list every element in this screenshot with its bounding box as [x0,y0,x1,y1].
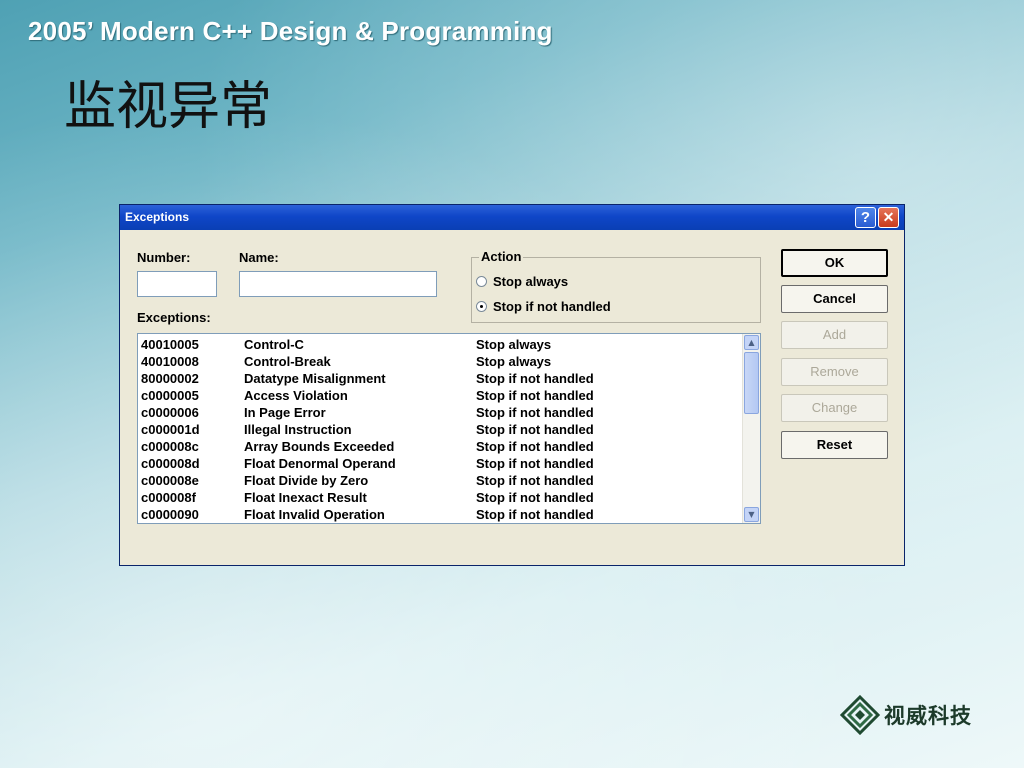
exception-name: Float Denormal Operand [244,456,396,471]
exception-code: c000001d [141,422,200,437]
list-item[interactable]: c000008d Float Denormal Operand Stop if … [141,455,741,472]
exception-code: c000008d [141,456,200,471]
exception-action: Stop if not handled [476,371,594,386]
exception-code: 80000002 [141,371,199,386]
exception-action: Stop if not handled [476,439,594,454]
number-field[interactable] [137,271,217,297]
exceptions-list[interactable]: 40010005 Control-C Stop always 40010008 … [137,333,761,524]
exception-code: c000008c [141,439,199,454]
list-scrollbar[interactable]: ▲ ▼ [742,334,760,523]
stop-if-not-handled-radio[interactable] [476,301,487,312]
dialog-title: Exceptions [125,210,190,224]
close-button[interactable]: ✕ [878,207,899,228]
stop-always-radio[interactable] [476,276,487,287]
name-field[interactable] [239,271,437,297]
exception-name: Float Invalid Operation [244,507,385,522]
exception-code: 40010005 [141,337,199,352]
stop-if-not-handled-label: Stop if not handled [493,299,611,314]
list-item[interactable]: c000008f Float Inexact Result Stop if no… [141,489,741,506]
exception-name: Float Inexact Result [244,490,367,505]
action-legend: Action [479,249,524,264]
stop-if-not-handled-option[interactable]: Stop if not handled [476,299,611,314]
list-item[interactable]: c0000090 Float Invalid Operation Stop if… [141,506,741,523]
logo-text: 视威科技 [884,703,972,728]
exception-name: Illegal Instruction [244,422,352,437]
exception-action: Stop if not handled [476,473,594,488]
exception-code: c0000090 [141,507,199,522]
list-item[interactable]: 80000002 Datatype Misalignment Stop if n… [141,370,741,387]
list-item[interactable]: c000008c Array Bounds Exceeded Stop if n… [141,438,741,455]
name-label: Name: [239,250,279,265]
scroll-up-icon[interactable]: ▲ [744,335,759,350]
exception-code: c000008e [141,473,199,488]
exception-action: Stop if not handled [476,490,594,505]
exceptions-dialog: Exceptions ? ✕ Number: Name: Exceptions:… [119,204,905,566]
list-item[interactable]: c0000006 In Page Error Stop if not handl… [141,404,741,421]
exception-action: Stop if not handled [476,405,594,420]
company-logo: 视威科技 [840,695,972,735]
exceptions-label: Exceptions: [137,310,211,325]
stop-always-label: Stop always [493,274,569,289]
list-item[interactable]: c000001d Illegal Instruction Stop if not… [141,421,741,438]
dialog-titlebar[interactable]: Exceptions ? ✕ [120,205,904,230]
stop-always-option[interactable]: Stop always [476,274,568,289]
change-button[interactable]: Change [781,394,888,422]
exception-name: In Page Error [244,405,326,420]
exception-name: Float Divide by Zero [244,473,369,488]
exception-code: c000008f [141,490,196,505]
exception-action: Stop always [476,354,552,369]
exception-name: Control-Break [244,354,331,369]
exception-name: Datatype Misalignment [244,371,386,386]
cancel-button[interactable]: Cancel [781,285,888,313]
number-label: Number: [137,250,191,265]
action-group: Action Stop always Stop if not handled [471,249,761,323]
slide-header: 2005’ Modern C++ Design & Programming [28,16,553,46]
exception-action: Stop always [476,337,552,352]
add-button[interactable]: Add [781,321,888,349]
exception-code: c0000005 [141,388,199,403]
list-item[interactable]: 40010008 Control-Break Stop always [141,353,741,370]
exception-action: Stop if not handled [476,422,594,437]
remove-button[interactable]: Remove [781,358,888,386]
list-item[interactable]: c0000005 Access Violation Stop if not ha… [141,387,741,404]
scroll-down-icon[interactable]: ▼ [744,507,759,522]
exception-name: Access Violation [244,388,348,403]
exception-action: Stop if not handled [476,507,594,522]
diamond-logo-icon [840,695,880,735]
exception-name: Array Bounds Exceeded [244,439,395,454]
exception-action: Stop if not handled [476,456,594,471]
help-button[interactable]: ? [855,207,876,228]
list-item[interactable]: c000008e Float Divide by Zero Stop if no… [141,472,741,489]
slide-title: 监视异常 [64,77,273,137]
exception-code: 40010008 [141,354,199,369]
exception-action: Stop if not handled [476,388,594,403]
reset-button[interactable]: Reset [781,431,888,459]
scroll-thumb[interactable] [744,352,759,414]
exception-code: c0000006 [141,405,199,420]
exception-name: Control-C [244,337,304,352]
ok-button[interactable]: OK [781,249,888,277]
list-item[interactable]: 40010005 Control-C Stop always [141,336,741,353]
